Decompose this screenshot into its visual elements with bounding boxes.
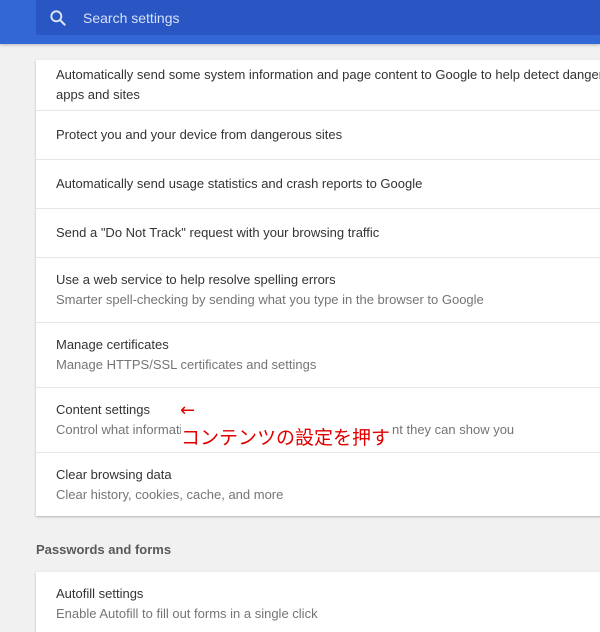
passwords-card: Autofill settings Enable Autofill to fil… — [36, 572, 600, 632]
search-box[interactable] — [36, 0, 600, 35]
row-detect-dangerous-apps[interactable]: Automatically send some system informati… — [36, 60, 600, 110]
row-spelling-service[interactable]: Use a web service to help resolve spelli… — [36, 257, 600, 322]
search-icon — [50, 9, 66, 26]
row-label-line2: apps and sites — [56, 87, 140, 102]
top-toolbar — [0, 0, 600, 44]
row-label: Clear browsing data — [56, 467, 172, 482]
row-clear-browsing-data[interactable]: Clear browsing data Clear history, cooki… — [36, 452, 600, 516]
row-label: Automatically send usage statistics and … — [56, 176, 423, 191]
section-title-passwords: Passwords and forms — [36, 542, 172, 557]
row-do-not-track[interactable]: Send a "Do Not Track" request with your … — [36, 208, 600, 257]
row-manage-certificates[interactable]: Manage certificates Manage HTTPS/SSL cer… — [36, 322, 600, 387]
row-usage-statistics[interactable]: Automatically send usage statistics and … — [36, 159, 600, 208]
row-label: Send a "Do Not Track" request with your … — [56, 225, 380, 240]
annotation-text: コンテンツの設定を押す — [181, 423, 393, 450]
row-safe-browsing[interactable]: Protect you and your device from dangero… — [36, 110, 600, 159]
row-sublabel: Clear history, cookies, cache, and more — [56, 487, 284, 502]
row-label: Manage certificates — [56, 337, 169, 352]
row-label: Automatically send some system informati… — [56, 67, 600, 82]
row-sublabel: Smarter spell-checking by sending what y… — [56, 292, 484, 307]
row-label: Content settings — [56, 402, 150, 417]
row-label: Autofill settings — [56, 586, 144, 601]
annotation-arrow: ← — [180, 400, 196, 421]
search-input[interactable] — [81, 8, 565, 27]
row-sublabel: Manage HTTPS/SSL certificates and settin… — [56, 357, 317, 372]
row-label: Protect you and your device from dangero… — [56, 127, 343, 142]
row-sublabel: Enable Autofill to fill out forms in a s… — [56, 606, 318, 621]
row-autofill-settings[interactable]: Autofill settings Enable Autofill to fil… — [36, 572, 600, 632]
row-label: Use a web service to help resolve spelli… — [56, 272, 336, 287]
